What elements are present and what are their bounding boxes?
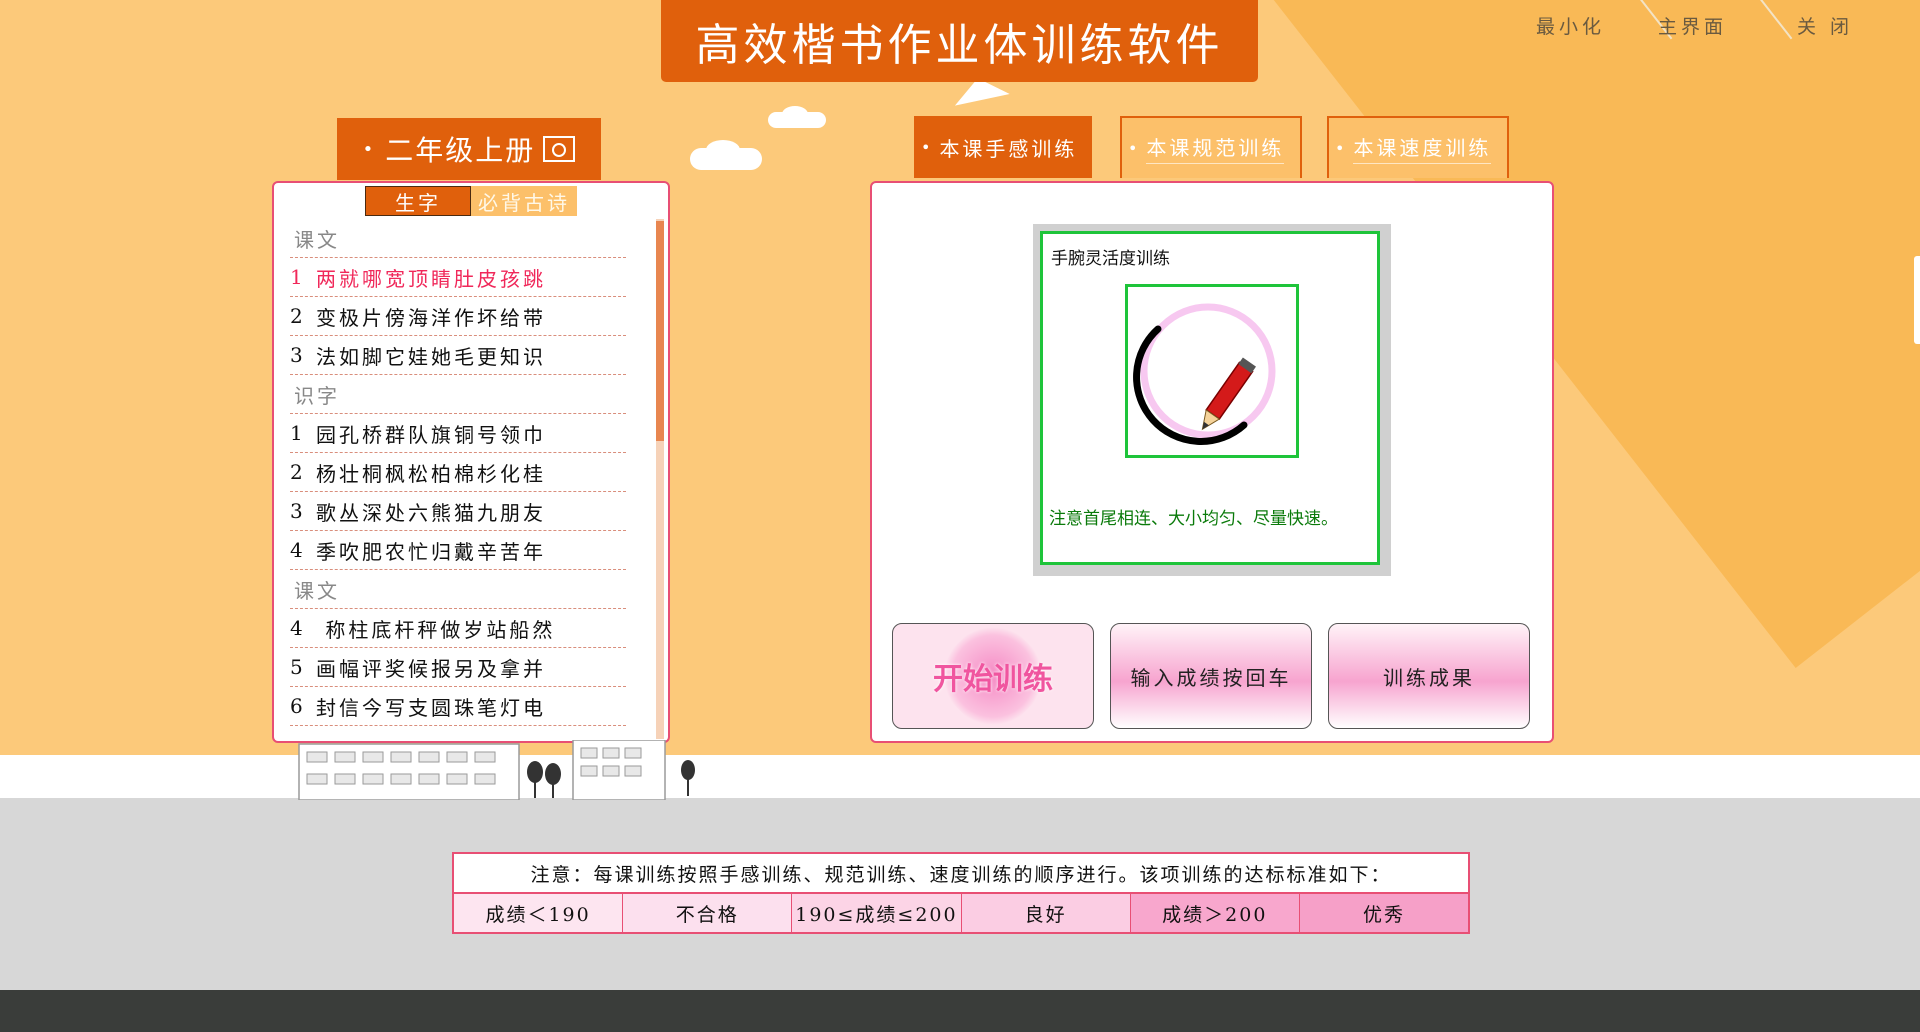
cloud-decoration (782, 106, 808, 122)
lesson-characters: 变极片傍海洋作坏给带 (316, 305, 546, 330)
list-section-heading: 课文 (290, 219, 626, 258)
tab-standard-training[interactable]: • 本课规范训练 (1120, 116, 1302, 178)
list-section-heading: 课文 (290, 570, 626, 609)
start-training-label: 开始训练 (933, 662, 1053, 697)
list-section-heading: 识字 (290, 375, 626, 414)
buildings-illustration (298, 740, 695, 800)
lesson-characters: 杨壮桐枫松柏棉杉化桂 (316, 461, 546, 486)
lesson-number: 6 (290, 694, 306, 718)
start-training-button[interactable]: 开始训练 (892, 623, 1094, 729)
lesson-list-panel: 生字 必背古诗 课文 1 两就哪宽顶睛肚皮孩跳 2 变极片傍海洋作坏给带 3 法如脚它娃她毛… (272, 181, 670, 743)
standards-cell: 190≤成绩≤200 (792, 894, 962, 932)
edge-handle (1914, 256, 1920, 344)
bullet-icon: • (1128, 138, 1141, 158)
standards-cell: 不合格 (623, 894, 793, 932)
grade-label: 二年级上册 (385, 134, 536, 167)
bottom-bar (0, 990, 1920, 1032)
main-interface-button[interactable]: 主界面 (1658, 12, 1727, 39)
pencil-circle-icon (1133, 303, 1276, 445)
lesson-number: 3 (290, 343, 306, 367)
lesson-list-item[interactable]: 3 歌丛深处六熊猫九朋友 (290, 492, 626, 531)
standards-cell: 成绩＞200 (1130, 894, 1300, 932)
app-title-banner: 高效楷书作业体训练软件 (661, 0, 1258, 82)
lesson-number: 2 (290, 304, 306, 328)
lesson-characters: 画幅评奖候报另及拿并 (316, 656, 546, 681)
lesson-list-item[interactable]: 2 杨壮桐枫松柏棉杉化桂 (290, 453, 626, 492)
subtab-bar: 生字 必背古诗 (365, 186, 577, 216)
tab-speed-training[interactable]: • 本课速度训练 (1327, 116, 1509, 178)
lesson-list-item[interactable]: 1 园孔桥群队旗铜号领巾 (290, 414, 626, 453)
lesson-list-item[interactable]: 4 季吹肥农忙归戴辛苦年 (290, 531, 626, 570)
standards-table: 注意：每课训练按照手感训练、规范训练、速度训练的顺序进行。该项训练的达标标准如下… (452, 852, 1470, 934)
lesson-number: 4 (290, 616, 306, 640)
training-note: 注意首尾相连、大小均匀、尽量快速。 (1049, 509, 1338, 529)
lesson-number: 5 (290, 655, 306, 679)
lesson-number: 1 (290, 265, 306, 289)
lesson-characters: 法如脚它娃她毛更知识 (316, 344, 546, 369)
minimize-button[interactable]: 最小化 (1536, 12, 1605, 39)
computer-icon (543, 136, 576, 162)
tab-label: 本课手感训练 (939, 136, 1078, 161)
lesson-number: 1 (290, 421, 306, 445)
training-title: 手腕灵活度训练 (1051, 249, 1170, 269)
standards-row: 成绩＜190 不合格 190≤成绩≤200 良好 成绩＞200 优秀 (454, 894, 1469, 932)
subtab-characters[interactable]: 生字 (365, 186, 471, 216)
lesson-number: 4 (290, 538, 306, 562)
lesson-characters: 封信今写支圆珠笔灯电 (316, 695, 546, 720)
lesson-number: 3 (290, 499, 306, 523)
tab-label: 本课速度训练 (1353, 132, 1492, 164)
training-panel: 手腕灵活度训练 注意首尾相连、大小均匀、尽量快速。 开始训练 输入成绩按回车 训… (870, 181, 1554, 743)
lesson-characters: 季吹肥农忙归戴辛苦年 (316, 539, 546, 564)
lesson-characters: 园孔桥群队旗铜号领巾 (316, 422, 546, 447)
training-card-inner: 手腕灵活度训练 注意首尾相连、大小均匀、尽量快速。 (1040, 231, 1380, 565)
bullet-icon: • (1335, 138, 1348, 158)
bullet-icon: • (921, 137, 934, 157)
grade-selector[interactable]: • 二年级上册 (337, 118, 601, 180)
lesson-list-item[interactable]: 6 封信今写支圆珠笔灯电 (290, 687, 626, 726)
app-title: 高效楷书作业体训练软件 (695, 20, 1224, 71)
lesson-list: 课文 1 两就哪宽顶睛肚皮孩跳 2 变极片傍海洋作坏给带 3 法如脚它娃她毛更知识识字 1 园孔… (290, 219, 626, 726)
training-results-button[interactable]: 训练成果 (1328, 623, 1530, 729)
close-button[interactable]: 关 闭 (1797, 12, 1853, 39)
standards-heading: 注意：每课训练按照手感训练、规范训练、速度训练的顺序进行。该项训练的达标标准如下… (454, 854, 1468, 894)
lesson-number: 2 (290, 460, 306, 484)
lesson-characters: 歌丛深处六熊猫九朋友 (316, 500, 546, 525)
circle-drawing-figure (1125, 284, 1299, 458)
lesson-characters: 两就哪宽顶睛肚皮孩跳 (316, 266, 546, 291)
scrollbar-thumb[interactable] (656, 221, 664, 441)
lesson-list-item[interactable]: 2 变极片傍海洋作坏给带 (290, 297, 626, 336)
lesson-characters: 称柱底杆秤做岁站船然 (316, 617, 556, 642)
background-white-band (0, 755, 1920, 798)
tab-feel-training[interactable]: • 本课手感训练 (914, 116, 1092, 178)
bullet-icon: • (362, 138, 374, 160)
lesson-list-item[interactable]: 1 两就哪宽顶睛肚皮孩跳 (290, 258, 626, 297)
cloud-decoration (706, 140, 740, 160)
subtab-poems[interactable]: 必背古诗 (471, 186, 577, 216)
lesson-list-item[interactable]: 3 法如脚它娃她毛更知识 (290, 336, 626, 375)
standards-cell: 成绩＜190 (454, 894, 624, 932)
lesson-list-item[interactable]: 5 画幅评奖候报另及拿并 (290, 648, 626, 687)
lesson-list-item[interactable]: 4 称柱底杆秤做岁站船然 (290, 609, 626, 648)
input-score-button[interactable]: 输入成绩按回车 (1110, 623, 1312, 729)
training-card: 手腕灵活度训练 注意首尾相连、大小均匀、尽量快速。 (1033, 224, 1391, 576)
standards-cell: 优秀 (1299, 894, 1469, 932)
standards-cell: 良好 (961, 894, 1131, 932)
tab-label: 本课规范训练 (1146, 132, 1285, 164)
